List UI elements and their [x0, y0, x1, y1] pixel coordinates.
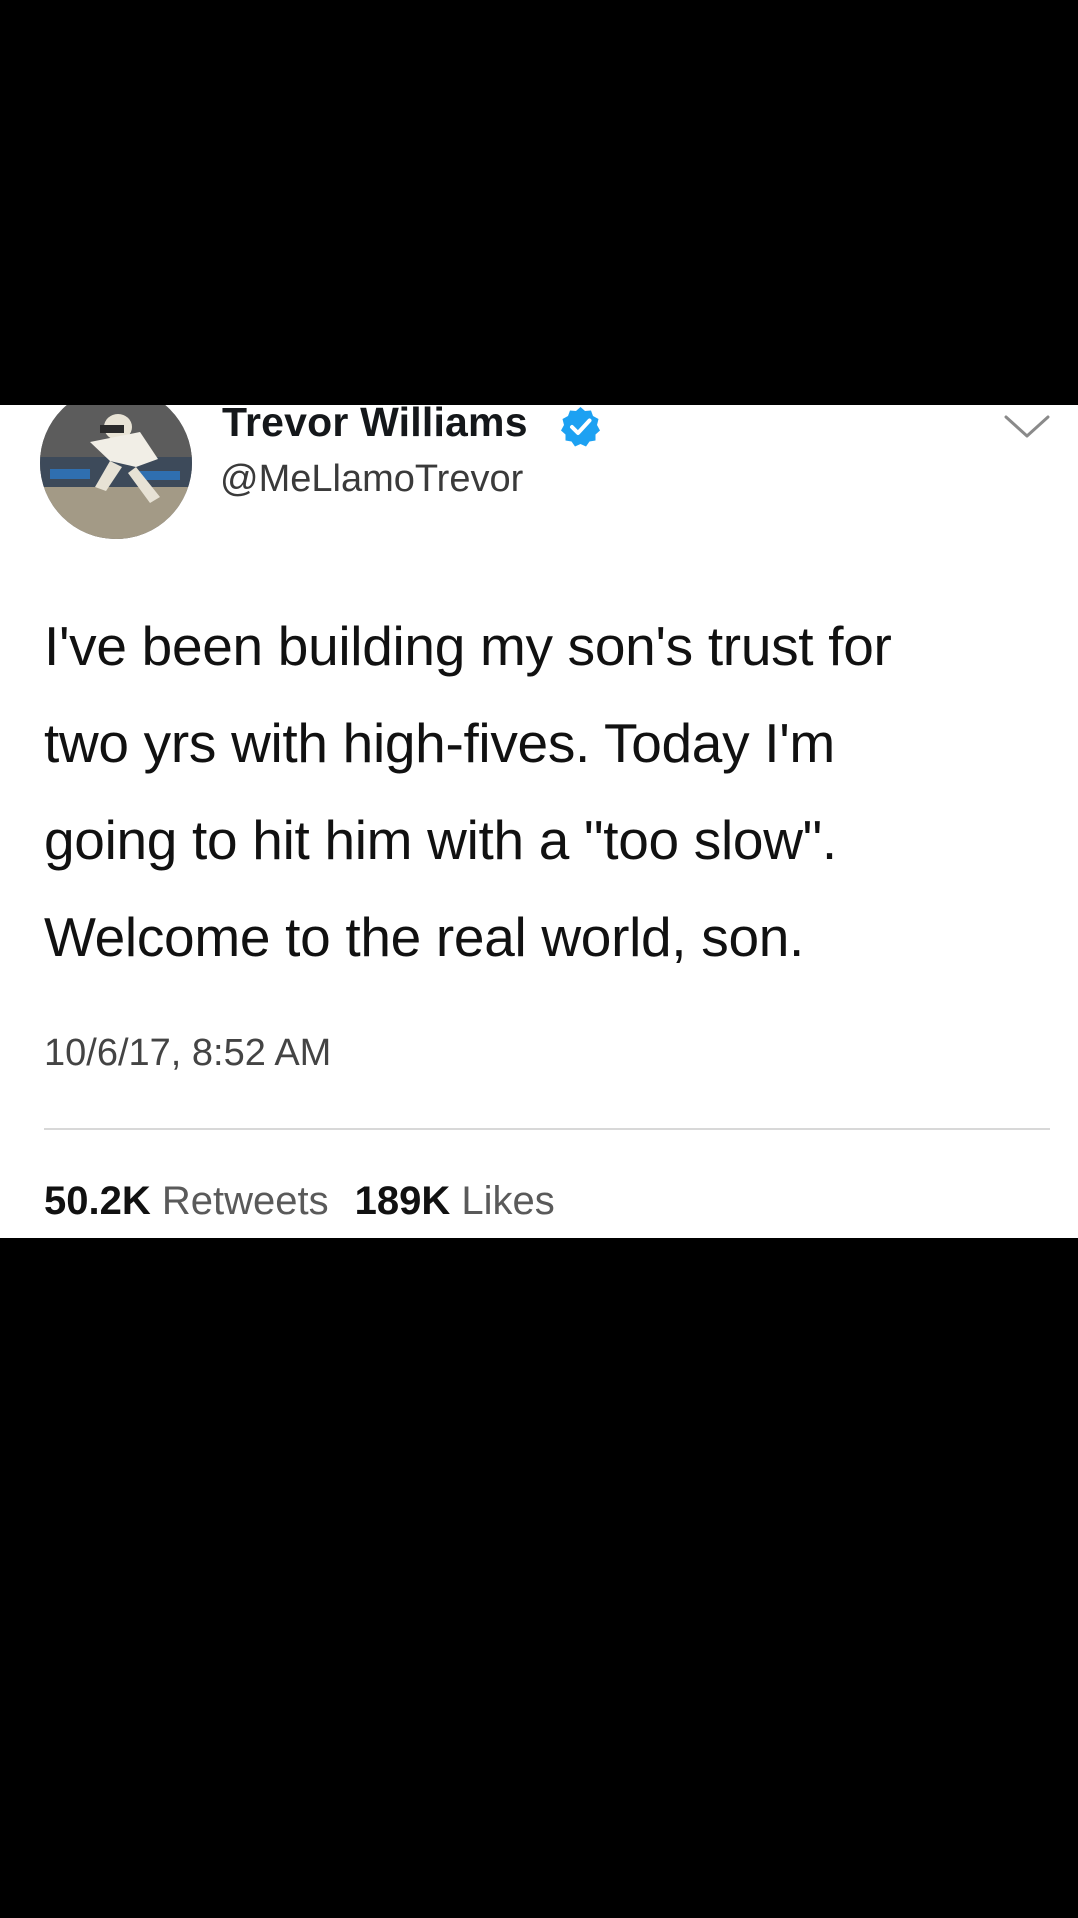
- screenshot-canvas: { "tweet": { "author": { "display_name":…: [0, 0, 1078, 1918]
- tweet-text: I've been building my son's trust for tw…: [44, 598, 1054, 986]
- tweet-text-line: going to hit him with a "too slow".: [44, 809, 837, 871]
- chevron-down-icon[interactable]: [1003, 413, 1051, 441]
- verified-badge-icon: [561, 407, 600, 447]
- avatar-photo: [40, 405, 192, 539]
- tweet-text-line: two yrs with high-fives. Today I'm: [44, 712, 835, 774]
- tweet-stats: 50.2K Retweets 189K Likes: [44, 1179, 555, 1224]
- tweet-text-line: Welcome to the real world, son.: [44, 906, 805, 968]
- tweet-card: Trevor Williams @MeLlamoTrevor I've been…: [0, 405, 1078, 1238]
- tweet-text-line: I've been building my son's trust for: [44, 615, 892, 677]
- likes-count[interactable]: 189K: [355, 1179, 451, 1223]
- retweets-label[interactable]: Retweets: [162, 1179, 329, 1223]
- author-display-name[interactable]: Trevor Williams: [222, 405, 528, 446]
- divider: [44, 1128, 1050, 1130]
- avatar[interactable]: [40, 405, 192, 539]
- retweets-count[interactable]: 50.2K: [44, 1179, 151, 1223]
- likes-label[interactable]: Likes: [461, 1179, 554, 1223]
- tweet-timestamp[interactable]: 10/6/17, 8:52 AM: [44, 1032, 331, 1075]
- author-handle[interactable]: @MeLlamoTrevor: [220, 458, 523, 501]
